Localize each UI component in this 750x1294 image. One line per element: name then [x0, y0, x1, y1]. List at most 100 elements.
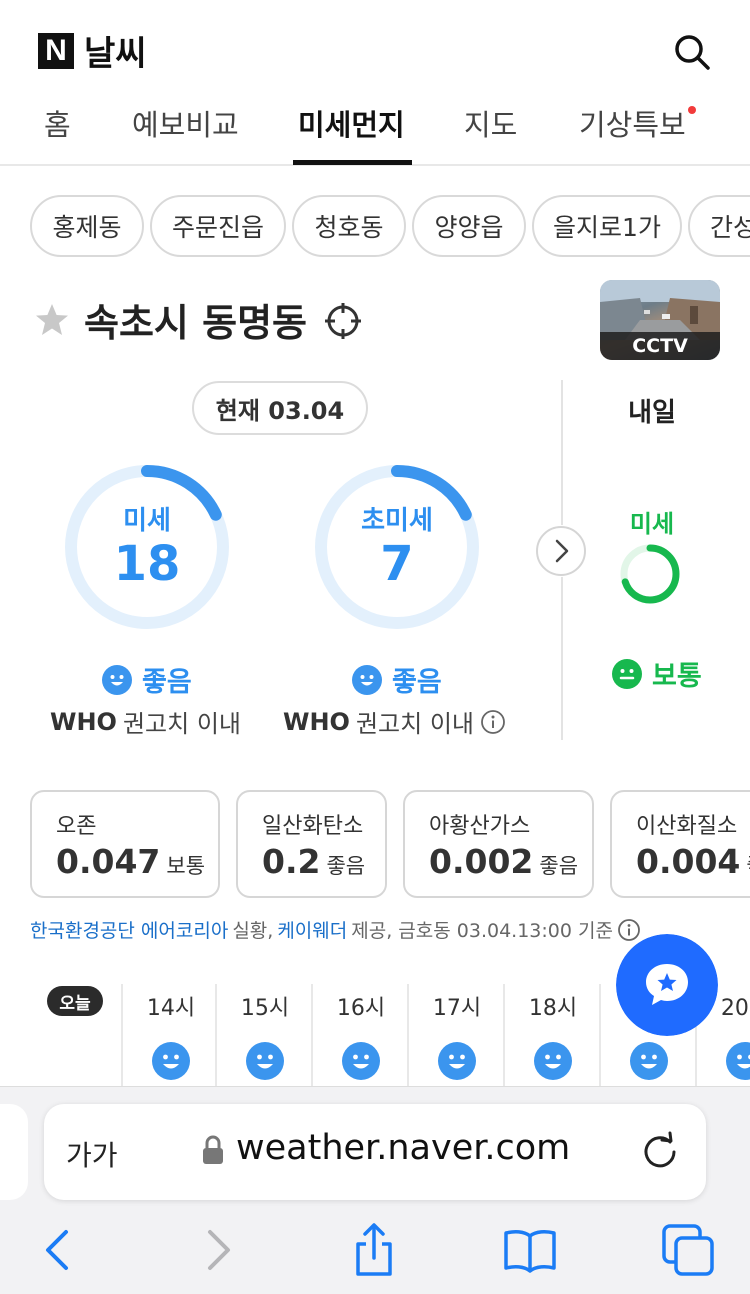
tab-weather-alerts[interactable]: 기상특보: [579, 96, 686, 166]
pollutant-status: 좋음: [539, 854, 579, 878]
text-size-button[interactable]: 가가: [66, 1134, 118, 1174]
pollutant-card-so2[interactable]: 아황산가스 0.002 좋음: [403, 790, 594, 898]
good-face-icon: [342, 1042, 380, 1080]
source-text: 실황,: [232, 920, 274, 942]
hour-label: 17시: [432, 996, 482, 1021]
pollutant-value: 0.002 좋음: [429, 842, 578, 881]
pollutant-card-ozone[interactable]: 오존 0.047 보통: [30, 790, 220, 898]
main-tabs: 홈 예보비교 미세먼지 지도 기상특보: [0, 96, 750, 166]
pollutant-name: 일산화탄소: [262, 814, 364, 839]
tab-forecast-compare[interactable]: 예보비교: [132, 96, 239, 166]
favorite-star-icon[interactable]: [34, 302, 70, 338]
next-arrow-button[interactable]: [535, 525, 587, 577]
tab-fine-dust[interactable]: 미세먼지: [298, 96, 405, 166]
reload-icon[interactable]: [640, 1130, 680, 1170]
airkorea-link[interactable]: 한국환경공단 에어코리아: [30, 916, 228, 943]
tomorrow-label: 내일: [628, 398, 676, 428]
tab-home[interactable]: 홈: [44, 96, 71, 166]
tomorrow-fine-dust-gauge: [620, 544, 680, 604]
normal-face-icon: [612, 658, 642, 689]
pollutant-card-co[interactable]: 일산화탄소 0.2 좋음: [236, 790, 387, 898]
ultrafine-dust-label: 초미세: [361, 506, 433, 536]
pollutant-name: 오존: [56, 814, 97, 839]
pollutant-number: 0.2: [262, 842, 321, 881]
ultrafine-dust-status: 좋음: [352, 660, 442, 699]
cctv-thumbnail[interactable]: CCTV: [600, 280, 720, 360]
location-chip[interactable]: 양양읍: [412, 195, 526, 257]
pollutant-value: 0.2 좋음: [262, 842, 365, 881]
brand-title: 날씨: [84, 34, 147, 74]
fine-dust-who-note: WHO 권고치 이내: [50, 704, 241, 739]
lock-icon: [203, 1135, 223, 1164]
bookmarks-icon[interactable]: [502, 1222, 558, 1278]
tomorrow-fine-dust-status: 보통: [612, 654, 702, 693]
source-text: 제공, 금호동 03.04.13:00 기준: [351, 920, 613, 942]
kweather-link[interactable]: 케이웨더: [277, 916, 347, 943]
new-alert-dot: [688, 106, 696, 114]
ultrafine-dust-status-text: 좋음: [392, 667, 442, 698]
fine-dust-value: 18: [113, 536, 181, 592]
hourly-column: 18시: [503, 984, 599, 1094]
chatbot-button[interactable]: [616, 934, 718, 1036]
tomorrow-fine-dust-label: 미세: [629, 510, 675, 538]
location-chip[interactable]: 간성: [688, 195, 750, 257]
good-face-icon: [102, 664, 132, 695]
tab-map[interactable]: 지도: [464, 96, 517, 166]
cctv-label: CCTV: [600, 332, 720, 360]
pollutant-value: 0.004좋: [636, 842, 750, 881]
search-icon[interactable]: [672, 32, 712, 72]
location-chip[interactable]: 주문진읍: [150, 195, 286, 257]
info-icon[interactable]: [480, 709, 506, 735]
forward-icon[interactable]: [190, 1222, 246, 1278]
pollutant-name: 아황산가스: [429, 814, 531, 839]
hour-label: 14시: [146, 996, 196, 1021]
url-text[interactable]: weather.naver.com: [236, 1128, 570, 1168]
pollutant-number: 0.047: [56, 842, 161, 881]
pollutant-status: 좋: [746, 854, 750, 878]
location-chip[interactable]: 청호동: [292, 195, 406, 257]
who-note-text: 권고치 이내: [355, 710, 474, 738]
good-face-icon: [726, 1042, 750, 1080]
current-date-pill: 현재 03.04: [192, 381, 368, 435]
pollutant-status: 좋음: [326, 854, 366, 878]
naver-n-logo: N: [38, 32, 74, 69]
good-face-icon: [152, 1042, 190, 1080]
location-chip[interactable]: 을지로1가: [532, 195, 682, 257]
info-icon[interactable]: [617, 918, 641, 942]
location-chip[interactable]: 홍제동: [30, 195, 144, 257]
hourly-column: 16시: [311, 984, 407, 1094]
page: { "header": { "brand_letter": "N", "bran…: [0, 0, 750, 1294]
today-badge: 오늘: [47, 986, 103, 1016]
location-title: 속초시 동명동: [84, 301, 307, 345]
hour-label: 16시: [336, 996, 386, 1021]
good-face-icon: [534, 1042, 572, 1080]
hourly-column: 15시: [215, 984, 311, 1094]
naver-weather-logo[interactable]: N 날씨: [38, 26, 147, 75]
share-icon[interactable]: [346, 1222, 402, 1278]
pollutant-name: 이산화질소: [636, 814, 738, 839]
good-face-icon: [246, 1042, 284, 1080]
pollutant-value: 0.047 보통: [56, 842, 205, 881]
ultrafine-dust-who-note: WHO 권고치 이내: [283, 704, 506, 739]
back-icon[interactable]: [30, 1222, 86, 1278]
previous-tab-edge[interactable]: [0, 1104, 28, 1200]
fine-dust-status: 좋음: [102, 660, 192, 699]
hour-label: 18시: [528, 996, 578, 1021]
who-label: WHO: [283, 707, 350, 736]
ultrafine-dust-value: 7: [380, 536, 414, 592]
fine-dust-status-text: 좋음: [142, 667, 192, 698]
pollutant-number: 0.004: [636, 842, 741, 881]
pollutant-card-no2[interactable]: 이산화질소 0.004좋: [610, 790, 750, 898]
address-bar[interactable]: 가가 weather.naver.com: [44, 1104, 706, 1200]
good-face-icon: [630, 1042, 668, 1080]
pollutant-status: 보통: [166, 854, 206, 878]
current-location-icon[interactable]: [324, 302, 362, 340]
tabs-icon[interactable]: [660, 1222, 716, 1278]
fine-dust-label: 미세: [123, 506, 171, 536]
hourly-column: 17시: [407, 984, 503, 1094]
data-source-note: 한국환경공단 에어코리아 실황, 케이웨더 제공, 금호동 03.04.13:0…: [30, 916, 641, 943]
hour-label: 15시: [240, 996, 290, 1021]
active-tab-indicator: [293, 160, 412, 165]
pollutant-number: 0.002: [429, 842, 534, 881]
good-face-icon: [438, 1042, 476, 1080]
